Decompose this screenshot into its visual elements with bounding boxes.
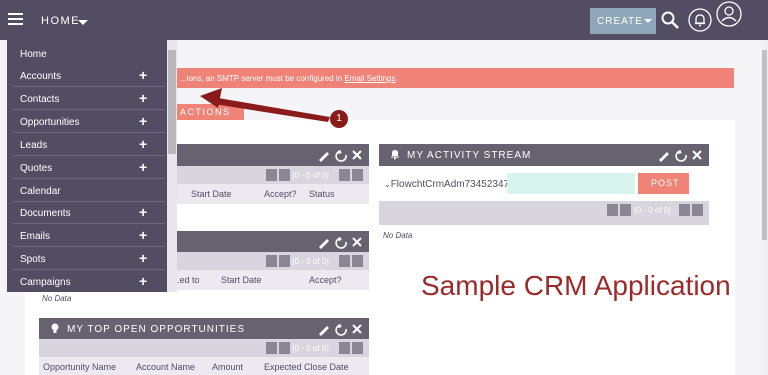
menu-item-campaigns[interactable]: Campaigns + (7, 270, 167, 293)
menu-item-label: Opportunities (20, 117, 80, 128)
plus-icon[interactable]: + (139, 273, 147, 289)
menu-item-label: Documents (20, 208, 71, 219)
annotation-callout: 1 (330, 110, 348, 128)
menu-item-accounts[interactable]: Accounts + (7, 64, 167, 87)
menu-item-home[interactable]: Home (7, 42, 167, 65)
menu-item-leads[interactable]: Leads + (7, 133, 167, 156)
menu-item-label: Spots (20, 254, 46, 265)
plus-icon[interactable]: + (139, 136, 147, 152)
scrollbar-thumb[interactable] (168, 50, 176, 154)
home-dropdown-menu: Home Accounts + Contacts + Opportunities + … (7, 40, 177, 292)
plus-icon[interactable]: + (139, 67, 147, 83)
page-scrollbar[interactable] (761, 40, 768, 375)
plus-icon[interactable]: + (139, 250, 147, 266)
menu-item-label: Contacts (20, 94, 60, 105)
scrollbar-thumb[interactable] (762, 50, 767, 240)
menu-item-documents[interactable]: Documents + (7, 201, 167, 224)
menu-item-emails[interactable]: Emails + (7, 224, 167, 247)
menu-item-label: Home (20, 49, 47, 60)
menu-item-contacts[interactable]: Contacts + (7, 87, 167, 110)
menu-item-label: Campaigns (20, 277, 71, 288)
menu-scrollbar[interactable] (167, 40, 177, 292)
plus-icon[interactable]: + (139, 204, 147, 220)
menu-item-opportunities[interactable]: Opportunities + (7, 110, 167, 133)
menu-item-spots[interactable]: Spots + (7, 247, 167, 270)
menu-item-quotes[interactable]: Quotes + (7, 156, 167, 179)
menu-item-calendar[interactable]: Calendar (7, 179, 167, 202)
plus-icon[interactable]: + (139, 159, 147, 175)
menu-item-label: Accounts (20, 71, 62, 82)
menu-item-label: Emails (20, 231, 51, 242)
plus-icon[interactable]: + (139, 113, 147, 129)
menu-item-label: Leads (20, 140, 48, 151)
plus-icon[interactable]: + (139, 90, 147, 106)
plus-icon[interactable]: + (139, 227, 147, 243)
menu-item-label: Quotes (20, 163, 53, 174)
menu-item-label: Calendar (20, 186, 61, 197)
